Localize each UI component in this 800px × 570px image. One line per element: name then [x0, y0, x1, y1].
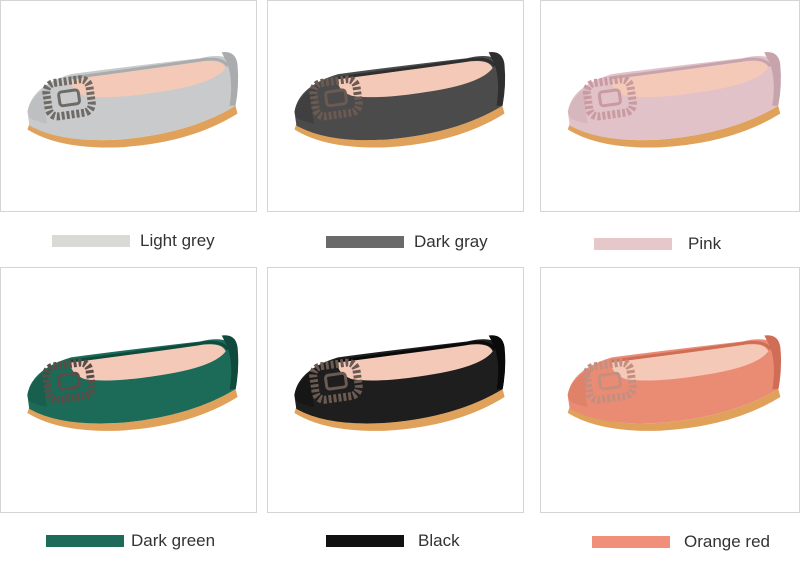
product-image-orange-red[interactable] [540, 267, 800, 513]
product-image-dark-gray[interactable] [267, 0, 524, 212]
shoe-illustration [27, 52, 239, 148]
shoe-illustration [27, 335, 239, 431]
color-swatch [326, 535, 404, 547]
product-image-light-grey[interactable] [0, 0, 257, 212]
color-option-light-grey[interactable]: Light grey [52, 229, 252, 253]
shoe-illustration [567, 52, 781, 148]
product-image-black[interactable] [267, 267, 524, 513]
product-image-dark-green[interactable] [0, 267, 257, 513]
color-label: Black [418, 531, 460, 550]
color-swatch [52, 235, 130, 247]
color-option-black[interactable]: Black [326, 529, 526, 553]
color-swatch [326, 236, 404, 248]
color-option-dark-green[interactable]: Dark green [46, 529, 246, 553]
color-label: Pink [688, 234, 722, 253]
color-swatch [594, 238, 672, 250]
shoe-illustration [294, 335, 506, 431]
color-option-dark-gray[interactable]: Dark gray [326, 230, 526, 254]
color-option-pink[interactable]: Pink [594, 232, 794, 256]
color-swatch [46, 535, 124, 547]
shoe-illustration [294, 52, 506, 148]
color-option-orange-red[interactable]: Orange red [592, 530, 797, 554]
product-image-pink[interactable] [540, 0, 800, 212]
color-swatch [592, 536, 670, 548]
shoe-illustration [567, 335, 782, 431]
color-label: Light grey [140, 231, 215, 250]
color-label: Orange red [684, 532, 770, 551]
color-label: Dark green [131, 531, 216, 550]
color-label: Dark gray [414, 232, 488, 251]
